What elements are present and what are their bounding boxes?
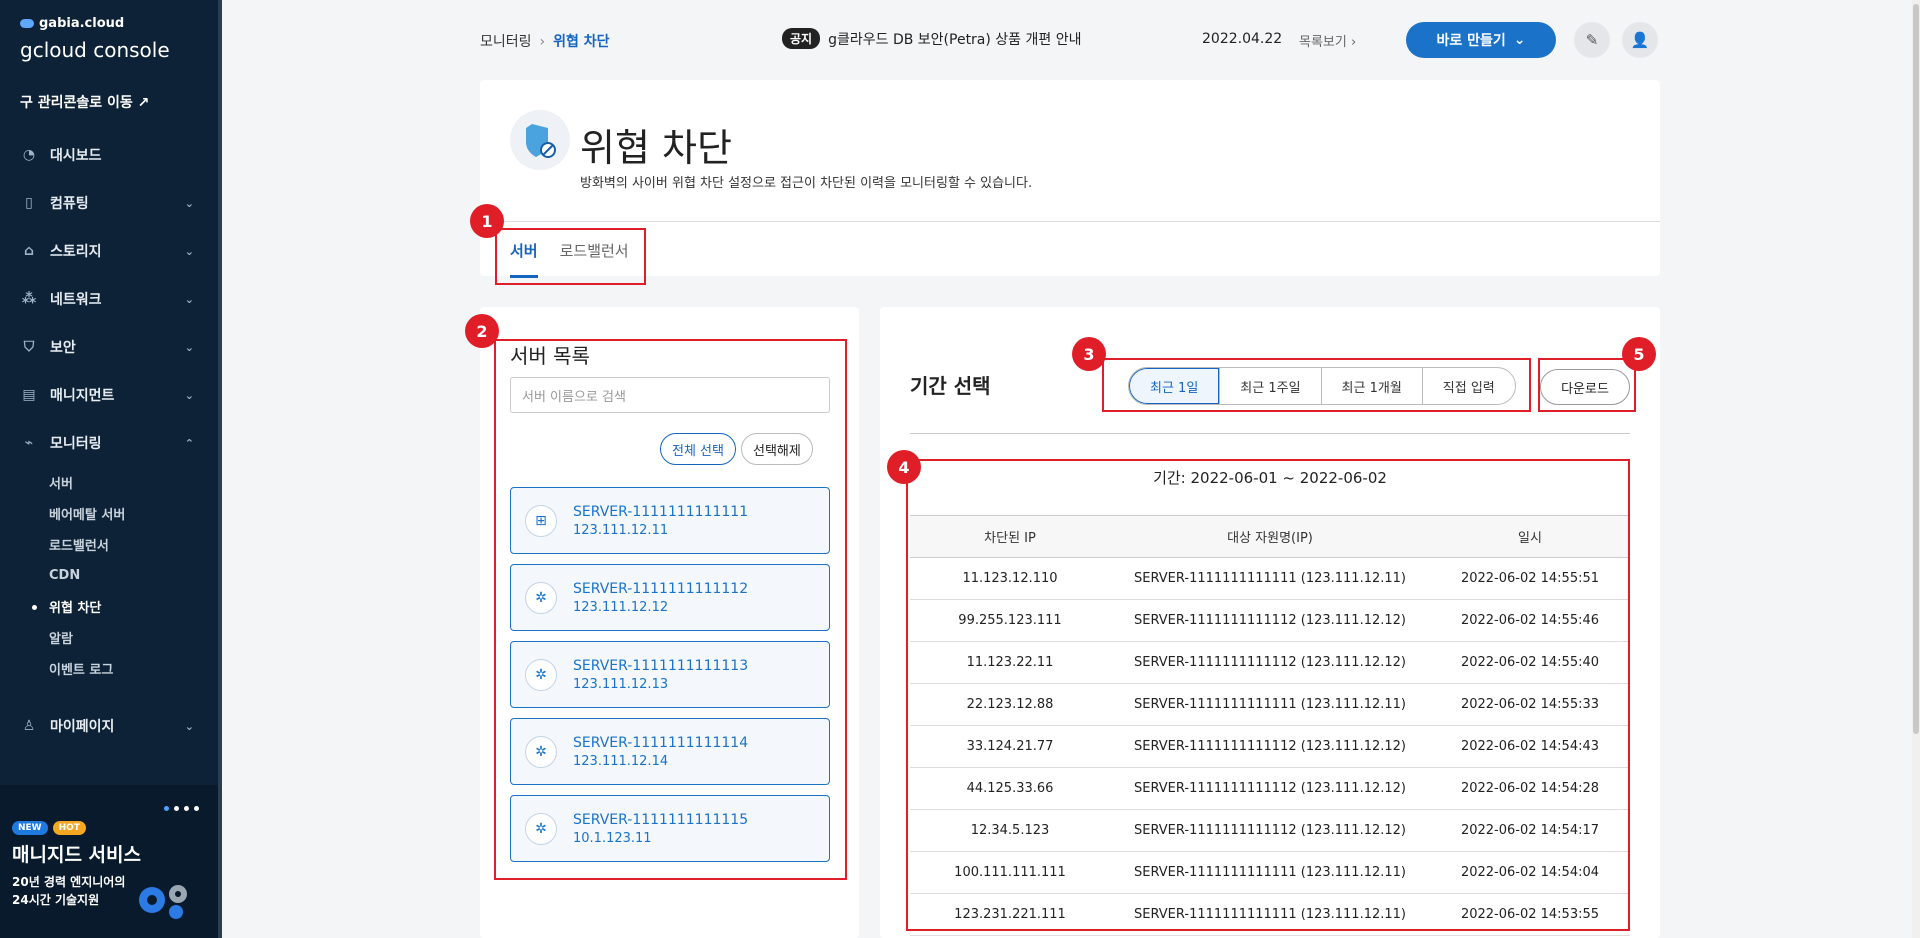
sidebar-item-label: 스토리지 (50, 244, 102, 260)
notice-date: 2022.04.22 (1202, 31, 1283, 47)
brand-logo[interactable]: gcloud console (20, 38, 170, 62)
external-link-icon: ↗ (137, 95, 150, 111)
monitoring-icon: ⌁ (24, 435, 34, 451)
sidebar-item-0[interactable]: ◔ 대시보드 (0, 131, 218, 179)
sidebar-nav: ◔ 대시보드 ▯ 컴퓨팅 ⌄ ⌂ 스토리지 ⌄ ⁂ 네트워크 ⌄ ⛉ 보안 ⌄ ▤ 매니지먼트 ⌄ ⌁ 모니터링 ⌃ 서… (0, 131, 218, 750)
callout-box-5 (1538, 358, 1636, 412)
person-icon: ♙ (22, 718, 36, 734)
notice-text[interactable]: g클라우드 DB 보안(Petra) 상품 개편 안내 (828, 29, 1081, 49)
chevron-down-icon: ⌄ (184, 244, 194, 258)
notice-list-label: 목록보기 (1299, 35, 1347, 50)
shield-block-icon (510, 110, 570, 170)
callout-box-1 (495, 228, 646, 285)
sidebar-item-mypage[interactable]: ♙ 마이페이지 ⌄ (0, 702, 218, 750)
topbar: 모니터링 › 위협 차단 공지 g클라우드 DB 보안(Petra) 상품 개편 안… (480, 20, 1900, 60)
scrollbar-thumb[interactable] (1913, 4, 1919, 734)
sidebar-item-label: 보안 (50, 340, 76, 356)
chevron-down-icon: ⌄ (184, 340, 194, 354)
chip-icon: ▯ (25, 195, 33, 211)
hot-badge: HOT (52, 821, 86, 835)
user-icon[interactable]: 👤 (1622, 22, 1658, 58)
monitoring-submenu: 서버 베어메탈 서버 로드밸런서 CDN 위협 차단 알람 이벤트 로그 (0, 467, 218, 688)
breadcrumb-current: 위협 차단 (553, 34, 610, 50)
brand-small: gabia.cloud (20, 16, 124, 31)
sidebar-item-label: 대시보드 (50, 148, 102, 164)
sidebar-item-2[interactable]: ⌂ 스토리지 ⌄ (0, 227, 218, 275)
notice[interactable]: 공지 g클라우드 DB 보안(Petra) 상품 개편 안내 (782, 28, 1081, 49)
breadcrumb-separator-icon: › (539, 34, 546, 50)
submenu-item[interactable]: 베어메탈 서버 (0, 498, 218, 529)
sidebar-item-label: 네트워크 (50, 292, 102, 308)
callout-box-3 (1102, 358, 1531, 412)
management-icon: ▤ (22, 387, 36, 403)
sidebar-scrollbar[interactable] (218, 0, 222, 938)
new-badge: NEW (12, 821, 48, 835)
promo-badges: NEW HOT (12, 821, 86, 835)
submenu-item[interactable]: 로드밸런서 (0, 529, 218, 560)
page-description: 방화벽의 사이버 위협 차단 설정으로 접근이 차단된 이력을 모니터링할 수 … (580, 176, 1033, 191)
chat-icon[interactable]: ✎ (1574, 22, 1610, 58)
quick-create-label: 바로 만들기 (1436, 33, 1506, 49)
sidebar-item-monitoring[interactable]: ⌁ 모니터링 ⌃ (0, 419, 218, 467)
chevron-down-icon: ⌄ (184, 719, 194, 733)
old-console-link[interactable]: 구 관리콘솔로 이동 ↗ (20, 92, 149, 112)
submenu-item[interactable]: 서버 (0, 467, 218, 498)
submenu-item[interactable]: 알람 (0, 622, 218, 653)
callout-number-5: 5 (1622, 337, 1656, 371)
dashboard-icon: ◔ (22, 147, 36, 163)
callout-box-4 (906, 459, 1630, 931)
period-title: 기간 선택 (910, 374, 991, 398)
callout-number-1: 1 (470, 204, 504, 238)
cloud-logo-icon (20, 19, 34, 28)
brand-small-text: gabia.cloud (39, 16, 125, 31)
sidebar-item-3[interactable]: ⁂ 네트워크 ⌄ (0, 275, 218, 323)
submenu-item[interactable]: 위협 차단 (0, 591, 218, 622)
network-icon: ⁂ (21, 291, 37, 307)
sidebar-item-label: 매니지먼트 (50, 388, 115, 404)
chevron-down-icon: ⌄ (1513, 32, 1526, 48)
sidebar-item-5[interactable]: ▤ 매니지먼트 ⌄ (0, 371, 218, 419)
chevron-down-icon: ⌄ (184, 388, 194, 402)
submenu-item[interactable]: 이벤트 로그 (0, 653, 218, 684)
sidebar-item-label: 마이페이지 (50, 719, 115, 735)
page-title: 위협 차단 (580, 126, 732, 170)
sidebar-item-label: 모니터링 (50, 436, 102, 452)
promo-line-1: 20년 경력 엔지니어의 (12, 875, 126, 889)
callout-number-4: 4 (887, 450, 921, 484)
sidebar-item-4[interactable]: ⛉ 보안 ⌄ (0, 323, 218, 371)
submenu-item[interactable]: CDN (0, 560, 218, 591)
promo-line-2: 24시간 기술지원 (12, 893, 100, 907)
breadcrumb: 모니터링 › 위협 차단 (480, 31, 610, 51)
carousel-dots[interactable] (164, 806, 199, 811)
page-header: 위협 차단 방화벽의 사이버 위협 차단 설정으로 접근이 차단된 이력을 모니… (480, 80, 1660, 278)
notice-list-link[interactable]: 목록보기 › (1299, 31, 1356, 50)
callout-number-2: 2 (465, 314, 499, 348)
shield-icon: ⛉ (23, 339, 35, 355)
callout-box-2 (494, 339, 847, 880)
divider (480, 221, 1660, 222)
breadcrumb-root[interactable]: 모니터링 (480, 34, 532, 50)
chevron-down-icon: ⌄ (184, 196, 194, 210)
gears-icon (139, 885, 187, 919)
page-scrollbar[interactable] (1912, 0, 1920, 938)
notice-tag: 공지 (782, 28, 821, 49)
old-console-label: 구 관리콘솔로 이동 (20, 95, 133, 111)
quick-create-button[interactable]: 바로 만들기 ⌄ (1406, 22, 1556, 58)
sidebar: gabia.cloud gcloud console 구 관리콘솔로 이동 ↗ … (0, 0, 218, 938)
divider (910, 433, 1630, 434)
promo-title: 매니지드 서비스 (12, 844, 141, 866)
sidebar-item-label: 컴퓨팅 (50, 196, 89, 212)
chevron-down-icon: ⌄ (184, 292, 194, 306)
promo-subtitle: 20년 경력 엔지니어의 24시간 기술지원 (12, 873, 125, 909)
chevron-right-icon: › (1350, 35, 1357, 50)
storage-icon: ⌂ (23, 243, 35, 259)
sidebar-item-1[interactable]: ▯ 컴퓨팅 ⌄ (0, 179, 218, 227)
callout-number-3: 3 (1072, 337, 1106, 371)
chevron-up-icon: ⌃ (184, 436, 194, 450)
